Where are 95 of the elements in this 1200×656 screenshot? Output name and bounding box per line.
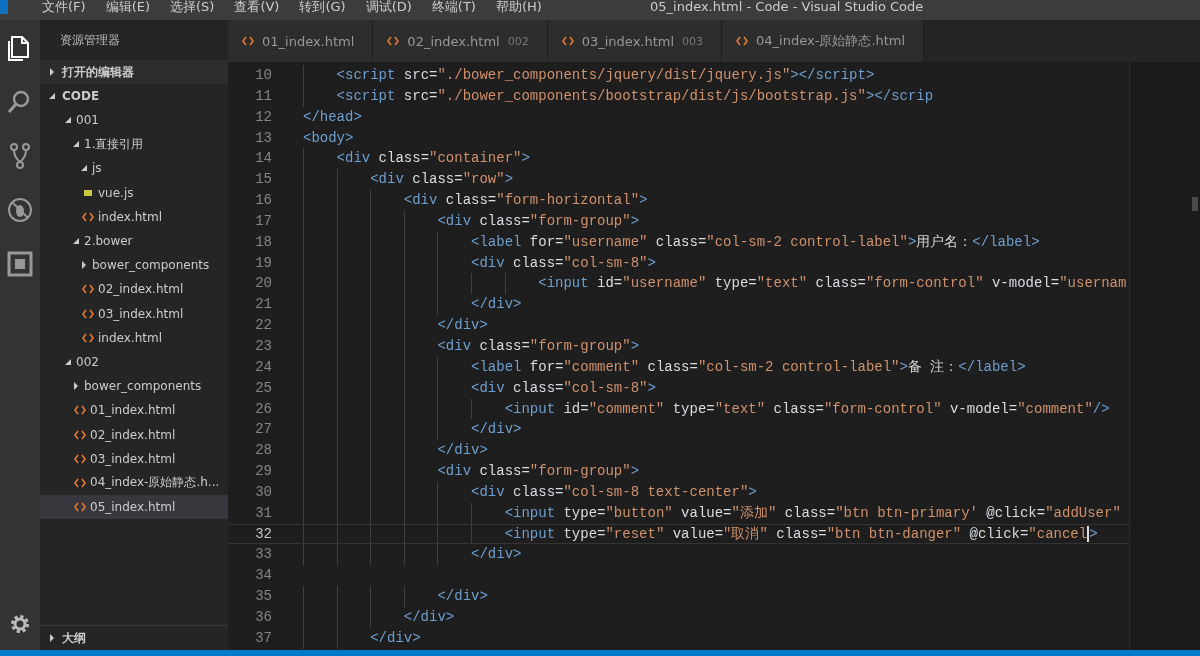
tab-description: 002 [507,34,529,48]
tree-item[interactable]: 002 [40,349,228,375]
code-file-icon [82,332,94,343]
menu-item[interactable]: 终端(T) [421,0,486,14]
line-number: 37 [254,628,273,648]
sidebar-title: 资源管理器 [59,31,121,49]
code-file-icon [387,36,400,46]
tree-item[interactable]: bower_components [40,253,228,278]
collapsed-chevron-icon[interactable] [48,634,56,642]
line-number: 20 [254,274,273,294]
line-number: 34 [254,566,273,586]
code-file-icon [74,405,86,416]
code-line: <body> [302,128,354,148]
line-number: 25 [254,378,273,398]
line-number: 33 [254,545,273,565]
line-number: 17 [254,211,273,231]
line-number: 36 [254,607,273,627]
collapsed-chevron-icon[interactable] [72,382,80,391]
expanded-chevron-icon[interactable] [64,357,72,366]
code-file-icon [82,211,94,222]
code-file-icon [82,308,94,319]
expanded-chevron-icon[interactable] [80,164,88,173]
line-number: 14 [254,149,273,169]
editor-tab[interactable]: 01_index.html [228,20,374,62]
line-number: 22 [254,316,273,336]
line-number: 26 [254,399,273,419]
app-logo-icon [0,0,8,14]
line-number: 12 [254,107,273,127]
line-number: 31 [254,503,273,523]
code-file-icon [561,36,574,46]
menu-item[interactable]: 编辑(E) [95,0,160,14]
line-number: 35 [254,587,273,607]
tree-item[interactable]: 03_index.html [40,301,228,326]
expanded-chevron-icon[interactable] [72,140,80,149]
no-bug-icon[interactable] [6,196,34,224]
code-file-icon [74,429,86,440]
code-file-icon [736,36,749,46]
menu-item[interactable]: 帮助(H) [485,0,552,14]
line-number: 32 [254,524,273,544]
line-number: 10 [254,66,273,85]
line-number: 21 [254,295,273,315]
line-number: 23 [254,336,273,356]
line-number: 29 [254,462,273,482]
collapsed-chevron-icon[interactable] [48,68,56,76]
line-number: 28 [254,441,273,461]
line-number: 16 [254,191,273,211]
code-file-icon [74,502,86,513]
tree-item[interactable]: 01_index.html [40,398,228,423]
code-file-icon [74,453,86,464]
menu-item[interactable]: 选择(S) [160,0,225,14]
tree-item[interactable]: 02_index.html [40,422,228,447]
scrollbar-thumb[interactable] [1192,197,1198,211]
code-file-icon [242,36,254,46]
tab-description: 003 [682,34,704,48]
window-title: 05_index.html - Code - Visual Studio Code [650,0,924,14]
line-number: 11 [254,86,273,106]
menu-item[interactable]: 文件(F) [32,0,96,14]
line-number: 18 [254,232,273,252]
editor-tab[interactable]: 04_index-原始静态.html [722,20,925,62]
menu-item[interactable]: 转到(G) [289,0,356,14]
expanded-chevron-icon[interactable] [72,237,80,246]
tree-item[interactable]: index.html [40,204,228,229]
code-file-icon [82,284,94,295]
code-file-icon [74,477,86,488]
tree-item[interactable]: 05_index.html [40,495,228,520]
menu-item[interactable]: 调试(D) [355,0,422,14]
line-number: 13 [254,128,273,148]
line-number: 30 [254,482,273,502]
line-number: 27 [254,420,273,440]
settings-icon[interactable] [8,612,32,636]
editor-tab[interactable]: 03_index.html 003 [547,20,723,62]
text-cursor [1087,525,1090,542]
tree-item[interactable]: js [40,156,228,181]
tree-item[interactable]: 1.直接引用 [40,132,228,157]
collapsed-chevron-icon[interactable] [80,261,88,270]
line-number: 19 [254,253,273,273]
section-header[interactable]: CODE [40,84,228,108]
editor-tab[interactable]: 02_index.html 002 [373,20,548,62]
tree-item[interactable]: 03_index.html [40,446,228,471]
js-file-icon [82,187,94,198]
section-header[interactable]: 打开的编辑器 [40,60,228,84]
expanded-chevron-icon[interactable] [64,116,72,125]
code-line: </head> [302,107,362,127]
menu-item[interactable]: 查看(V) [224,0,290,14]
line-number: 24 [254,357,273,377]
line-number: 15 [254,170,273,190]
tree-item[interactable]: index.html [40,325,228,350]
extensions-icon[interactable] [6,250,34,278]
tree-item[interactable]: bower_components [40,374,228,399]
tree-item[interactable]: 04_index-原始静态.h... [40,470,228,495]
tree-item[interactable]: vue.js [40,180,228,205]
tree-item[interactable]: 2.bower [40,228,228,254]
tree-item[interactable]: 02_index.html [40,277,228,302]
expanded-chevron-icon[interactable] [48,92,56,100]
tree-item[interactable]: 001 [40,108,228,133]
